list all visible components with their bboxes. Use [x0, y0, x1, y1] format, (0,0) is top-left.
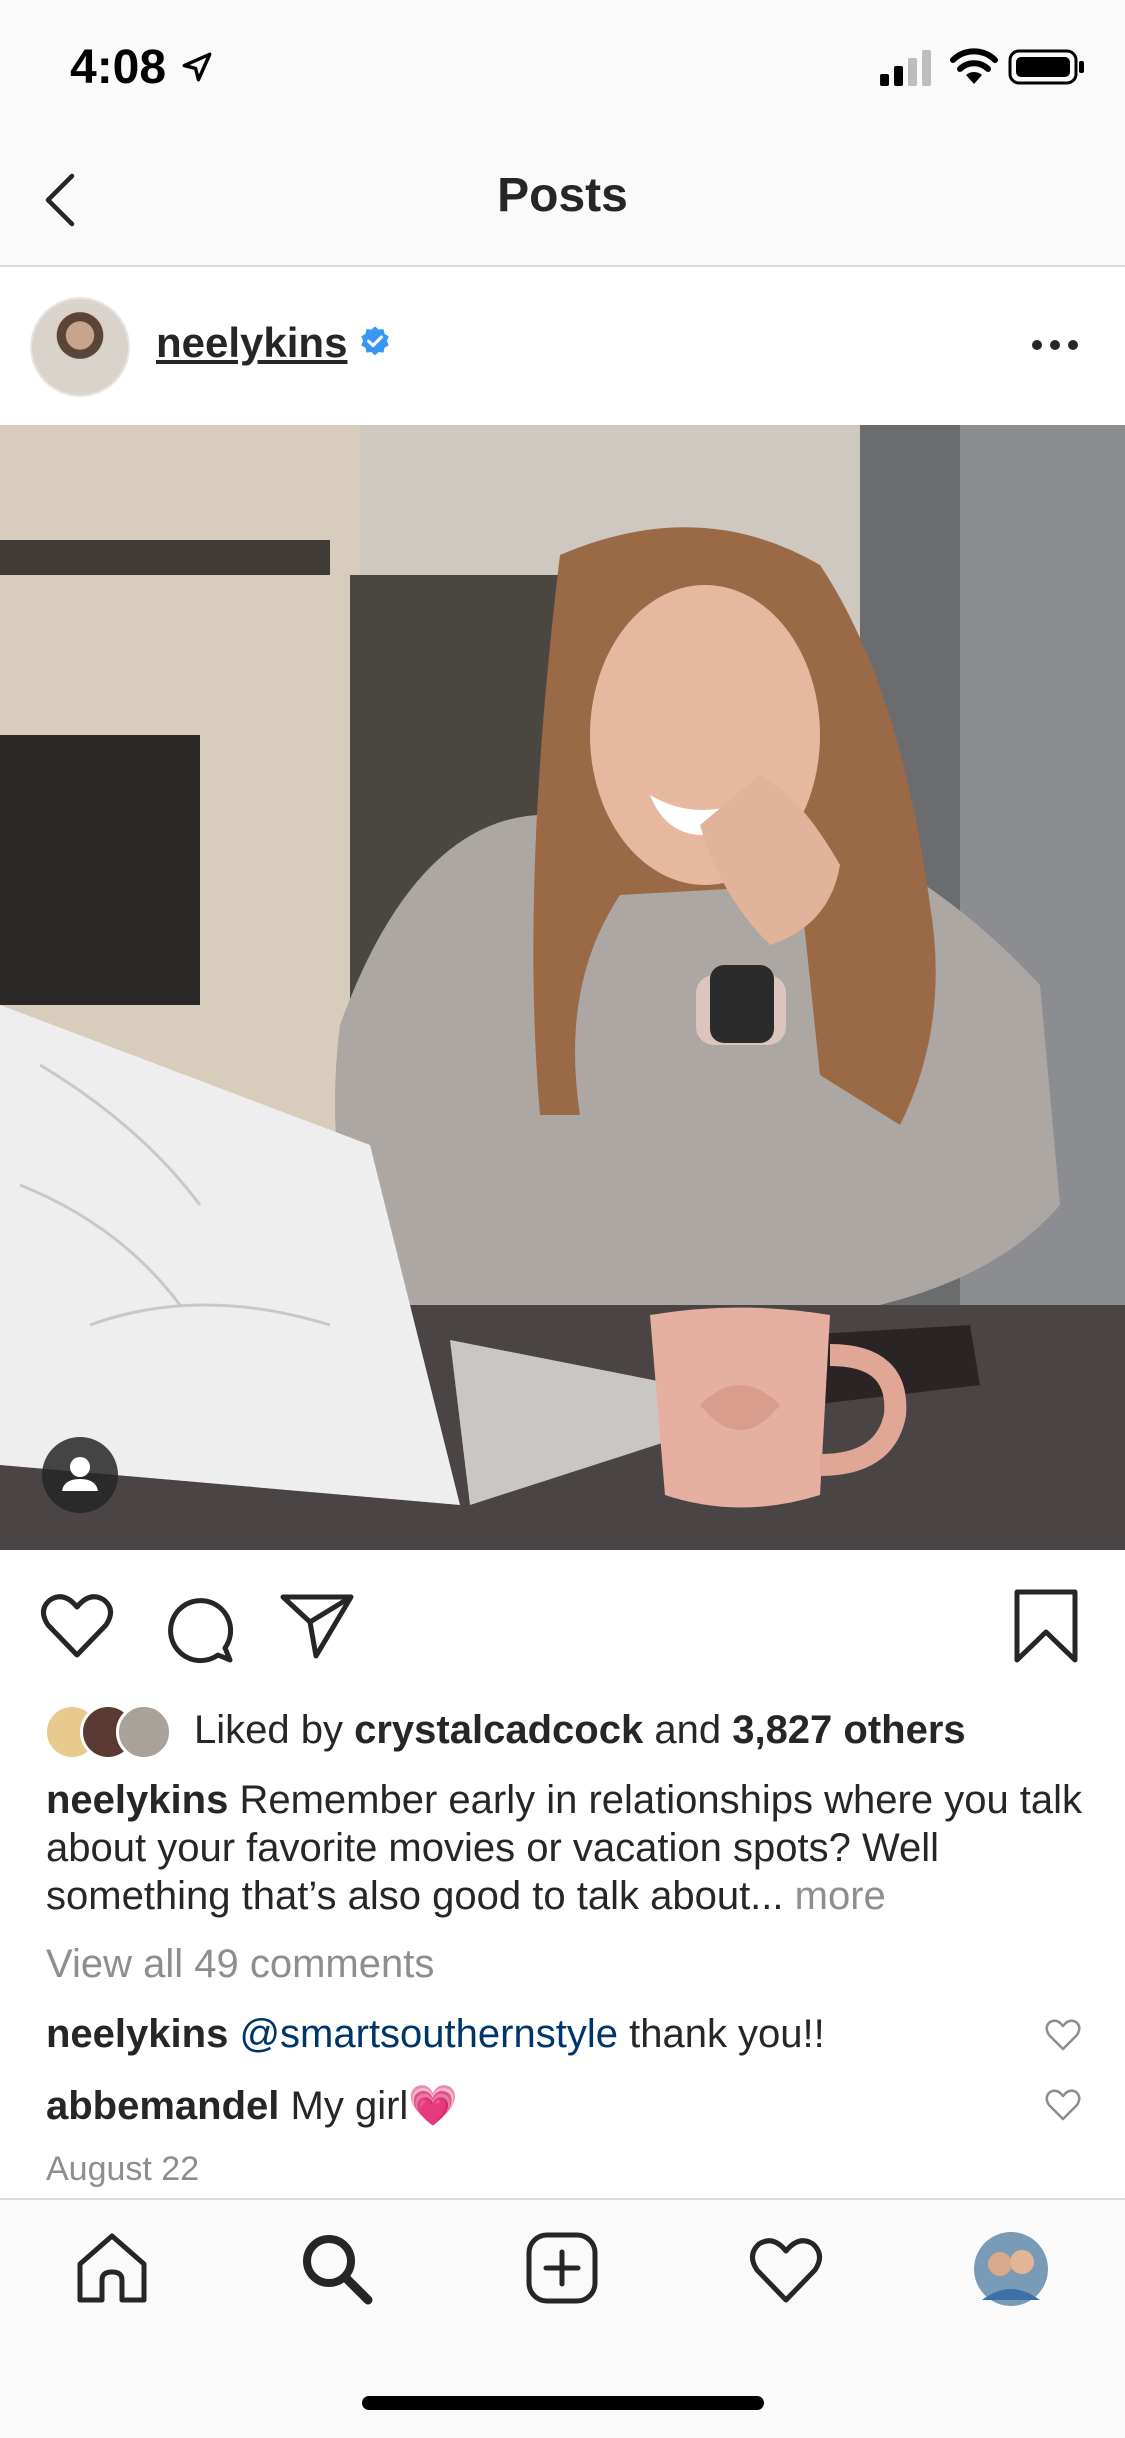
- likes-count[interactable]: 3,827 others: [732, 1708, 965, 1752]
- likes-and: and: [654, 1708, 722, 1752]
- likes-prefix: Liked by: [194, 1708, 343, 1752]
- home-icon[interactable]: [74, 2230, 150, 2306]
- home-indicator: [362, 2396, 764, 2410]
- more-options-icon[interactable]: [1030, 337, 1080, 353]
- post-photo[interactable]: [0, 425, 1125, 1550]
- post-caption: neelykins Remember early in relationship…: [46, 1776, 1086, 1920]
- nav-header: Posts: [0, 140, 1125, 267]
- verified-badge-icon: [361, 326, 389, 356]
- wifi-icon: [950, 48, 998, 84]
- post-photo-illustration: [0, 425, 1125, 1550]
- comment-text: My girl💗: [290, 2084, 459, 2128]
- share-paper-plane-icon[interactable]: [280, 1592, 354, 1660]
- battery-icon: [1008, 49, 1084, 85]
- comment-row: abbemandel My girl💗: [46, 2082, 458, 2129]
- post-author-avatar[interactable]: [30, 297, 130, 397]
- tagged-people-icon[interactable]: [40, 1435, 120, 1515]
- likes-row: Liked by crystalcadcock and 3,827 others: [44, 1700, 1094, 1760]
- cellular-signal-icon: [880, 50, 931, 86]
- post-date: August 22: [46, 2150, 200, 2188]
- likes-user[interactable]: crystalcadcock: [354, 1708, 643, 1752]
- status-bar: 4:08: [0, 0, 1125, 140]
- comment-like-icon[interactable]: [1044, 2088, 1082, 2122]
- post-author-username[interactable]: neelykins: [156, 319, 347, 367]
- profile-avatar[interactable]: [972, 2230, 1050, 2308]
- comment-bubble-icon[interactable]: [162, 1592, 234, 1664]
- likes-summary[interactable]: Liked by crystalcadcock and 3,827 others: [194, 1708, 966, 1753]
- comment-row: neelykins @smartsouthernstyle thank you!…: [46, 2012, 825, 2057]
- like-heart-icon[interactable]: [40, 1592, 114, 1660]
- activity-heart-icon[interactable]: [748, 2230, 824, 2306]
- comment-text: thank you!!: [629, 2012, 825, 2056]
- page-title: Posts: [497, 169, 628, 222]
- status-time: 4:08: [70, 41, 167, 94]
- comment-username[interactable]: abbemandel: [46, 2084, 279, 2128]
- new-post-icon[interactable]: [524, 2230, 600, 2306]
- liker-avatar: [116, 1704, 172, 1760]
- search-icon[interactable]: [298, 2230, 374, 2306]
- view-all-comments-link[interactable]: View all 49 comments: [46, 1942, 434, 1987]
- caption-more-link[interactable]: more: [795, 1874, 886, 1918]
- caption-username[interactable]: neelykins: [46, 1778, 228, 1822]
- post-actions: [0, 1550, 1125, 1690]
- comment-like-icon[interactable]: [1044, 2018, 1082, 2052]
- post-header: neelykins: [0, 267, 1125, 425]
- location-arrow-icon: [182, 52, 212, 82]
- comment-mention[interactable]: @smartsouthernstyle: [239, 2012, 618, 2056]
- comment-username[interactable]: neelykins: [46, 2012, 228, 2056]
- save-bookmark-icon[interactable]: [1012, 1588, 1080, 1664]
